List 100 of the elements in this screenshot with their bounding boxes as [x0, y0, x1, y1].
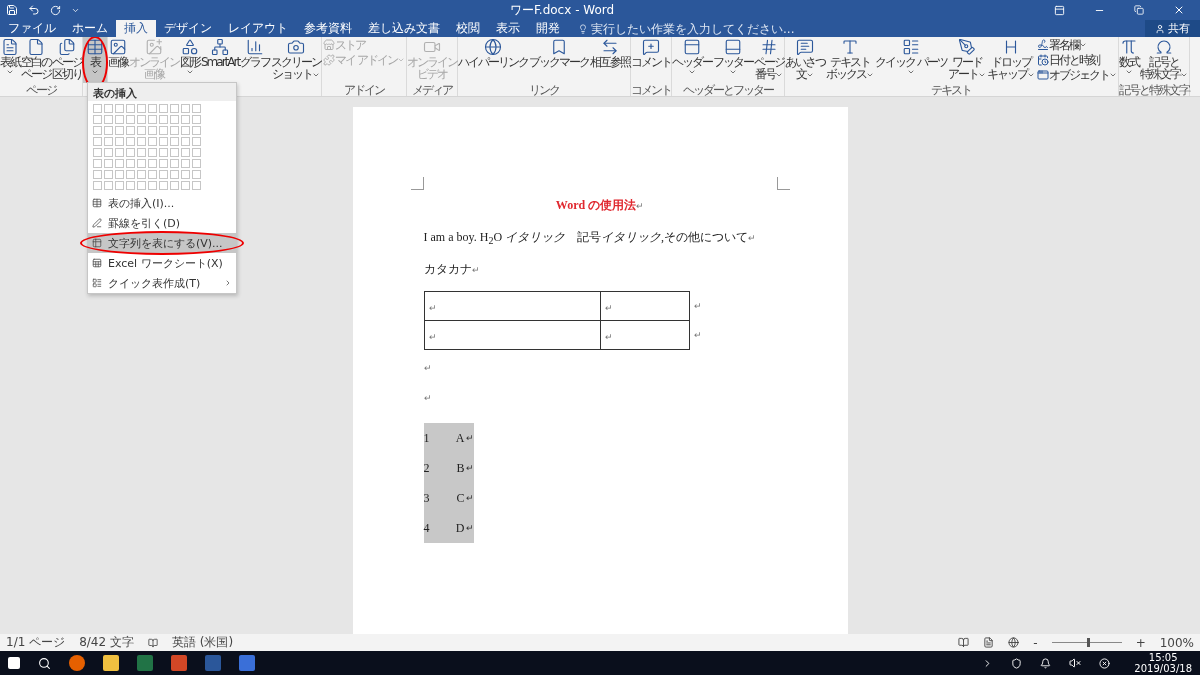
ribbon-button[interactable]: ヘッダー	[672, 37, 712, 83]
ribbon-tab[interactable]: デザイン	[156, 20, 220, 37]
grid-square[interactable]	[181, 181, 190, 190]
ribbon-button[interactable]: コメント	[631, 37, 671, 83]
grid-square[interactable]	[170, 181, 179, 190]
grid-square[interactable]	[181, 104, 190, 113]
ribbon-button[interactable]: フッター	[713, 37, 753, 83]
ribbon-button[interactable]: ドロップ キャップ	[986, 37, 1035, 83]
menu-item[interactable]: クイック表作成(T)	[88, 273, 236, 293]
browser-icon[interactable]	[69, 655, 85, 671]
proofing-icon[interactable]	[147, 637, 158, 648]
grid-square[interactable]	[181, 170, 190, 179]
bell-icon[interactable]	[1040, 657, 1052, 669]
ribbon-tab[interactable]: ファイル	[0, 20, 64, 37]
muted-speaker-icon[interactable]	[1069, 657, 1082, 669]
presentation-app-icon[interactable]	[171, 655, 187, 671]
menu-item[interactable]: 表の挿入(I)...	[88, 193, 236, 213]
grid-square[interactable]	[137, 159, 146, 168]
grid-square[interactable]	[148, 115, 157, 124]
grid-square[interactable]	[104, 104, 113, 113]
grid-square[interactable]	[192, 137, 201, 146]
grid-square[interactable]	[181, 126, 190, 135]
grid-square[interactable]	[137, 181, 146, 190]
ribbon-button[interactable]: 署名欄	[1035, 38, 1118, 52]
undo-icon[interactable]	[28, 4, 40, 16]
grid-square[interactable]	[192, 148, 201, 157]
grid-square[interactable]	[148, 181, 157, 190]
grid-square[interactable]	[170, 148, 179, 157]
grid-square[interactable]	[115, 170, 124, 179]
ribbon-button[interactable]: ページ 区切り	[52, 37, 82, 83]
grid-square[interactable]	[126, 181, 135, 190]
grid-square[interactable]	[137, 137, 146, 146]
ribbon-button[interactable]: 図形	[180, 37, 200, 83]
grid-square[interactable]	[192, 104, 201, 113]
grid-square[interactable]	[104, 170, 113, 179]
clock[interactable]: 15:05 2019/03/18	[1134, 652, 1192, 674]
grid-square[interactable]	[181, 137, 190, 146]
grid-square[interactable]	[137, 104, 146, 113]
grid-square[interactable]	[170, 159, 179, 168]
read-mode-icon[interactable]	[958, 637, 970, 648]
ribbon-button[interactable]: 日付と時刻	[1035, 53, 1118, 67]
word-count[interactable]: 8/42 文字	[79, 634, 134, 651]
ribbon-button[interactable]: 画像	[108, 37, 128, 83]
grid-square[interactable]	[148, 148, 157, 157]
grid-square[interactable]	[148, 170, 157, 179]
grid-square[interactable]	[126, 126, 135, 135]
language-label[interactable]: 英語 (米国)	[171, 634, 234, 651]
grid-square[interactable]	[170, 115, 179, 124]
ribbon-tab[interactable]: レイアウト	[220, 20, 296, 37]
search-icon[interactable]	[38, 656, 51, 670]
ribbon-button[interactable]: ハイパーリンク	[458, 37, 528, 83]
ribbon-button[interactable]: テキスト ボックス	[826, 37, 874, 83]
grid-square[interactable]	[148, 137, 157, 146]
ribbon-button[interactable]: 相互参照	[590, 37, 630, 83]
grid-square[interactable]	[137, 115, 146, 124]
circle-x-icon[interactable]	[1099, 657, 1111, 669]
grid-square[interactable]	[148, 104, 157, 113]
grid-square[interactable]	[159, 115, 168, 124]
grid-square[interactable]	[126, 104, 135, 113]
ribbon-tab[interactable]: 表示	[488, 20, 528, 37]
ribbon-button[interactable]: SmartArt	[201, 37, 240, 83]
share-button[interactable]: 共有	[1145, 20, 1200, 37]
ribbon-button[interactable]: グラフ	[240, 37, 271, 83]
zoom-out-button[interactable]: -	[1033, 635, 1038, 650]
grid-square[interactable]	[115, 126, 124, 135]
ribbon-button[interactable]: ページ 番号	[754, 37, 784, 83]
ribbon-button[interactable]: クイック パーツ	[875, 37, 947, 83]
grid-square[interactable]	[104, 159, 113, 168]
ribbon-tab[interactable]: 差し込み文書	[360, 20, 448, 37]
grid-square[interactable]	[93, 159, 102, 168]
grid-square[interactable]	[170, 170, 179, 179]
grid-square[interactable]	[115, 115, 124, 124]
save-icon[interactable]	[6, 4, 18, 16]
grid-square[interactable]	[192, 170, 201, 179]
grid-square[interactable]	[93, 126, 102, 135]
grid-square[interactable]	[181, 159, 190, 168]
menu-item[interactable]: 罫線を引く(D)	[88, 213, 236, 233]
menu-item[interactable]: Excel ワークシート(X)	[88, 253, 236, 273]
grid-square[interactable]	[104, 181, 113, 190]
grid-square[interactable]	[104, 148, 113, 157]
grid-square[interactable]	[126, 170, 135, 179]
web-layout-icon[interactable]	[1008, 637, 1020, 648]
redo-icon[interactable]	[50, 4, 61, 16]
grid-square[interactable]	[93, 148, 102, 157]
grid-square[interactable]	[159, 137, 168, 146]
ribbon-tab[interactable]: 参考資料	[296, 20, 360, 37]
grid-square[interactable]	[126, 148, 135, 157]
grid-square[interactable]	[104, 115, 113, 124]
grid-square[interactable]	[115, 137, 124, 146]
grid-square[interactable]	[137, 170, 146, 179]
ribbon-button[interactable]: ワード アート	[947, 37, 986, 83]
start-icon[interactable]	[8, 657, 20, 669]
ribbon-button[interactable]: オブジェクト	[1035, 68, 1118, 82]
grid-square[interactable]	[148, 159, 157, 168]
page-count[interactable]: 1/1 ページ	[6, 634, 66, 651]
grid-square[interactable]	[126, 115, 135, 124]
grid-square[interactable]	[159, 170, 168, 179]
grid-square[interactable]	[148, 126, 157, 135]
grid-square[interactable]	[93, 170, 102, 179]
grid-square[interactable]	[137, 126, 146, 135]
